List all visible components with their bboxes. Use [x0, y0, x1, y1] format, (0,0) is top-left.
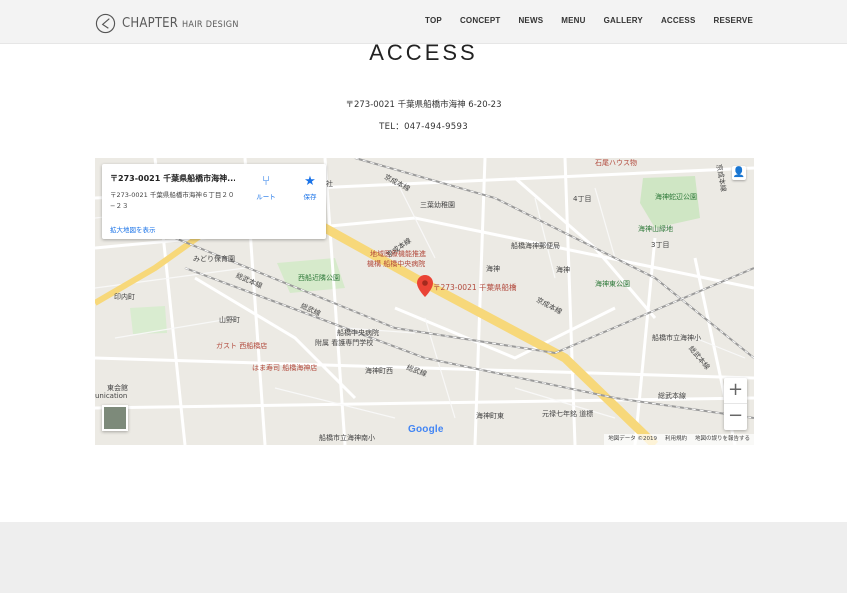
map-label: unication: [95, 392, 128, 400]
map-label: 附属 看護専門学校: [315, 339, 374, 347]
larger-map-link[interactable]: 拡大地図を表示: [110, 224, 156, 234]
nav-menu[interactable]: MENU: [561, 16, 585, 25]
map-attribution: 地図データ ©2019 利用規約 地図の誤りを報告する: [604, 434, 754, 445]
zoom-out-button[interactable]: −: [724, 404, 747, 430]
save-button[interactable]: ★ 保存: [293, 174, 327, 201]
info-card-title: 〒273-0021 千葉県船橋市海神...: [110, 174, 235, 183]
nav-concept[interactable]: CONCEPT: [460, 16, 501, 25]
street-view-pegman-icon[interactable]: 👤: [732, 166, 746, 180]
nav-reserve[interactable]: RESERVE: [714, 16, 754, 25]
zoom-in-button[interactable]: +: [724, 378, 747, 404]
google-logo-text: Google: [408, 424, 444, 435]
map-info-card: 〒273-0021 千葉県船橋市海神... 〒273-0021 千葉県船橋市海神…: [102, 164, 326, 239]
map-label: 印内町: [114, 293, 135, 301]
star-icon: ★: [304, 174, 316, 189]
map-label: 4丁目: [573, 195, 592, 203]
map-label: 山野町: [219, 316, 240, 324]
map-label: 総武本線: [658, 392, 686, 400]
logo-sub: HAIR DESIGN: [182, 19, 239, 30]
save-label: 保存: [303, 193, 317, 201]
map-label: 3丁目: [651, 241, 670, 249]
map-label: はま寿司 船橋海神店: [252, 364, 318, 372]
logo-main: CHAPTER: [122, 15, 179, 31]
nav-access[interactable]: ACCESS: [661, 16, 696, 25]
logo-text: CHAPTER HAIR DESIGN: [122, 16, 239, 31]
map-label: 元禄七年銘 道標: [542, 410, 594, 418]
pin-label: 〒273-0021 千葉県船橋: [433, 283, 517, 292]
directions-icon: ⑂: [262, 174, 270, 189]
map-label: 船橋市立海神南小: [319, 434, 375, 442]
map-label: 海神山緑地: [638, 225, 673, 233]
location-pin-icon[interactable]: [417, 275, 433, 297]
main-nav: TOP CONCEPT NEWS MENU GALLERY ACCESS RES…: [425, 16, 753, 25]
satellite-toggle[interactable]: [102, 405, 128, 431]
map-label: ガスト 西船橋店: [216, 342, 268, 350]
map-label: 三葉幼稚園: [420, 201, 455, 209]
logo-mark-icon: [95, 13, 116, 33]
map-label: 船橋海神郵便局: [511, 242, 560, 250]
shop-address: 〒273-0021 千葉県船橋市海神 6-20-23: [345, 100, 502, 110]
page-title: ACCESS: [369, 40, 478, 65]
site-logo[interactable]: CHAPTER HAIR DESIGN: [95, 12, 239, 34]
map-label: 石尾ハウス物: [595, 159, 637, 167]
map-label: 海神: [486, 265, 500, 273]
nav-news[interactable]: NEWS: [518, 16, 543, 25]
google-logo: Google: [408, 424, 444, 435]
map-label: 海神蛇辺公園: [655, 193, 697, 201]
nav-gallery[interactable]: GALLERY: [604, 16, 643, 25]
shop-phone: TEL：047-494-9593: [379, 122, 468, 132]
site-footer: [0, 522, 847, 593]
map-label: 機構 船橋中央病院: [367, 260, 426, 268]
map-label: 海神町西: [365, 367, 393, 375]
embedded-map[interactable]: 浅間神社 京成本線 三葉幼稚園 4丁目 海神蛇辺公園 海神山緑地 3丁目 地域医…: [95, 158, 754, 445]
map-label: 船橋中央病院: [337, 329, 379, 337]
map-label: 船橋市立海神小: [652, 334, 701, 342]
map-label: 海神: [556, 266, 570, 274]
route-button[interactable]: ⑂ ルート: [249, 174, 283, 201]
map-label: 海神町東: [476, 412, 504, 420]
nav-top[interactable]: TOP: [425, 16, 442, 25]
map-data-credit: 地図データ ©2019: [608, 436, 657, 442]
site-header: CHAPTER HAIR DESIGN TOP CONCEPT NEWS MEN…: [0, 0, 847, 44]
map-label: 西船近隣公園: [298, 274, 340, 282]
route-label: ルート: [256, 193, 276, 201]
report-error-link[interactable]: 地図の誤りを報告する: [695, 434, 750, 445]
map-label: 海神東公園: [595, 280, 630, 288]
map-label: みどり保育園: [193, 255, 235, 263]
zoom-control: + −: [724, 378, 747, 430]
terms-link[interactable]: 利用規約: [665, 434, 687, 445]
info-card-address: 〒273-0021 千葉県船橋市海神６丁目２０−２３: [110, 191, 235, 210]
